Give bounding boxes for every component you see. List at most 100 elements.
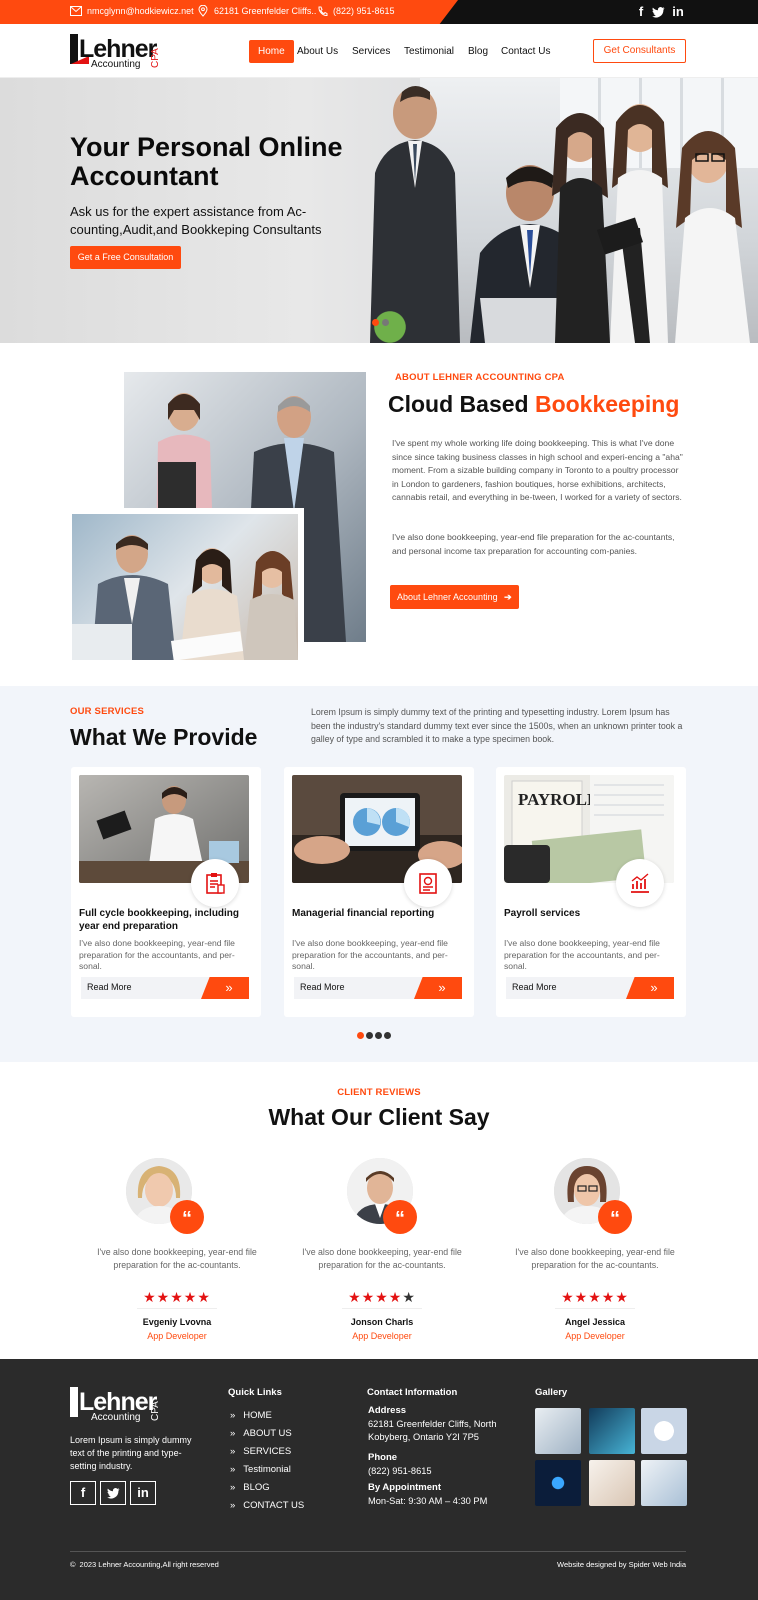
gallery-title: Gallery <box>535 1387 568 1398</box>
footer-link-label: BLOG <box>243 1482 270 1493</box>
reviews-label: CLIENT REVIEWS <box>337 1087 421 1098</box>
chart-icon <box>631 873 649 893</box>
free-consultation-button[interactable]: Get a Free Consultation <box>70 246 181 269</box>
footer-link-label: CONTACT US <box>243 1500 305 1511</box>
about-button-label: About Lehner Accounting <box>397 592 498 602</box>
services-pager-dot[interactable] <box>384 1032 391 1039</box>
hero-slider-dot-active[interactable] <box>372 319 379 326</box>
mail-icon <box>70 5 82 17</box>
footer-link-services[interactable]: » SERVICES <box>230 1446 291 1457</box>
linkedin-icon[interactable]: in <box>130 1481 156 1505</box>
logo-sub: Accounting <box>91 59 141 70</box>
gallery-thumb-6[interactable] <box>641 1460 687 1506</box>
facebook-icon[interactable]: f <box>633 4 649 20</box>
review-text-3: I've also done bookkeeping, year-end fil… <box>515 1247 675 1270</box>
twitter-icon[interactable] <box>100 1481 126 1505</box>
read-more-button-2[interactable]: Read More » <box>294 977 462 999</box>
read-more-button-1[interactable]: Read More » <box>81 977 249 999</box>
about-lehner-button[interactable]: About Lehner Accounting ➔ <box>390 585 519 609</box>
reviews-title: What Our Client Say <box>268 1104 490 1130</box>
nav-about-us[interactable]: About Us <box>291 42 344 61</box>
top-email[interactable]: nmcglynn@hodkiewicz.net <box>70 5 194 17</box>
phone-value[interactable]: (822) 951-8615 <box>368 1466 432 1476</box>
reviewer-name-2: Jonson Charls <box>350 1317 414 1327</box>
star-rating-1: ★★★★★ <box>143 1289 211 1305</box>
designer-credit[interactable]: Website designed by Spider Web India <box>557 1560 686 1569</box>
review-card-2: “ I've also done bookkeeping, year-end f… <box>297 1158 467 1348</box>
about-paragraph-2: I've also done bookkeeping, year-end fil… <box>392 532 675 556</box>
services-pager-dot[interactable] <box>375 1032 382 1039</box>
gallery-thumb-2[interactable] <box>589 1408 635 1454</box>
double-chevron-icon: » <box>230 1482 236 1493</box>
gallery-thumb-5[interactable] <box>589 1460 635 1506</box>
hero-subtitle: Ask us for the expert assistance from Ac… <box>70 204 322 237</box>
service-badge-1 <box>191 859 239 907</box>
linkedin-icon[interactable]: in <box>670 4 686 20</box>
double-chevron-icon: » <box>230 1446 236 1457</box>
gallery-thumb-3[interactable] <box>641 1408 687 1454</box>
read-more-button-3[interactable]: Read More » <box>506 977 674 999</box>
service-card-financial-reporting[interactable]: Managerial financial reporting I've also… <box>284 767 474 1017</box>
logo-mark-bar <box>70 1387 78 1417</box>
review-divider <box>555 1308 635 1309</box>
footer-link-label: Testimonial <box>243 1464 291 1475</box>
footer-link-testimonial[interactable]: » Testimonial <box>230 1464 291 1475</box>
double-chevron-icon: » <box>230 1428 236 1439</box>
hero-slider-dot[interactable] <box>382 319 389 326</box>
location-pin-icon <box>197 5 209 17</box>
footer-link-home[interactable]: » HOME <box>230 1410 272 1421</box>
review-text-2: I've also done bookkeeping, year-end fil… <box>302 1247 462 1270</box>
services-pager-dot[interactable] <box>366 1032 373 1039</box>
services-pager-dot-active[interactable] <box>357 1032 364 1039</box>
read-more-label: Read More <box>512 982 557 992</box>
footer-link-about[interactable]: » ABOUT US <box>230 1428 292 1439</box>
gallery-thumb-1[interactable] <box>535 1408 581 1454</box>
reviewer-name-3: Angel Jessica <box>564 1317 626 1327</box>
service-text-2: I've also done bookkeeping, year-end fil… <box>292 938 448 971</box>
footer-link-blog[interactable]: » BLOG <box>230 1482 270 1493</box>
svg-text:PAYROLL: PAYROLL <box>518 790 598 809</box>
reviewer-name-1: Evgeniy Lvovna <box>142 1317 212 1327</box>
brand-logo[interactable]: Lehner Accounting CPA <box>70 34 170 70</box>
quick-links-title: Quick Links <box>228 1387 282 1398</box>
appointment-label: By Appointment <box>368 1482 442 1493</box>
service-badge-2 <box>404 859 452 907</box>
nav-testimonial[interactable]: Testimonial <box>398 42 460 61</box>
gallery-thumb-4[interactable] <box>535 1460 581 1506</box>
service-card-bookkeeping[interactable]: Full cycle bookkeeping, including year e… <box>71 767 261 1017</box>
twitter-icon[interactable] <box>650 4 666 20</box>
about-label: ABOUT LEHNER ACCOUNTING CPA <box>395 372 565 383</box>
services-title: What We Provide <box>70 724 258 750</box>
about-meeting-photo <box>72 535 298 660</box>
service-text-1: I've also done bookkeeping, year-end fil… <box>79 938 235 971</box>
nav-services[interactable]: Services <box>346 42 396 61</box>
nav-home[interactable]: Home <box>249 40 294 63</box>
logo-tag: CPA <box>150 48 161 68</box>
footer-link-label: SERVICES <box>243 1446 292 1457</box>
address-label: Address <box>368 1405 407 1416</box>
get-consultants-button[interactable]: Get Consultants <box>593 39 686 63</box>
service-card-payroll[interactable]: PAYROLL Payroll services I've also done … <box>496 767 686 1017</box>
double-chevron-right-icon: » <box>201 977 249 999</box>
top-contact-bar: nmcglynn@hodkiewicz.net 62181 Greenfelde… <box>0 0 758 24</box>
copyright-text: 2023 Lehner Accounting,All right reserve… <box>79 1560 219 1569</box>
review-divider <box>137 1308 217 1309</box>
footer-about: Lorem Ipsum is simply dummy text of the … <box>70 1435 192 1471</box>
nav-blog[interactable]: Blog <box>462 42 494 61</box>
hero-title: Your Personal Online Accountant <box>70 133 343 191</box>
about-photo-small <box>72 514 298 660</box>
top-phone[interactable]: (822) 951-8615 <box>316 5 395 17</box>
phone-icon <box>316 5 328 17</box>
top-address[interactable]: 62181 Greenfelder Cliffs.. <box>197 5 316 17</box>
phone-label: Phone <box>368 1452 398 1463</box>
nav-contact-us[interactable]: Contact Us <box>495 42 556 61</box>
service-title-1: Full cycle bookkeeping, including year e… <box>79 908 240 932</box>
report-icon <box>419 873 437 894</box>
facebook-icon[interactable]: f <box>70 1481 96 1505</box>
footer-link-contact[interactable]: » CONTACT US <box>230 1500 304 1511</box>
double-chevron-icon: » <box>230 1464 236 1475</box>
double-chevron-icon: » <box>230 1500 236 1511</box>
footer-logo[interactable]: Lehner Accounting CPA <box>70 1387 170 1423</box>
about-paragraph-1: I've spent my whole working life doing b… <box>392 438 683 502</box>
service-title-3: Payroll services <box>504 908 581 919</box>
